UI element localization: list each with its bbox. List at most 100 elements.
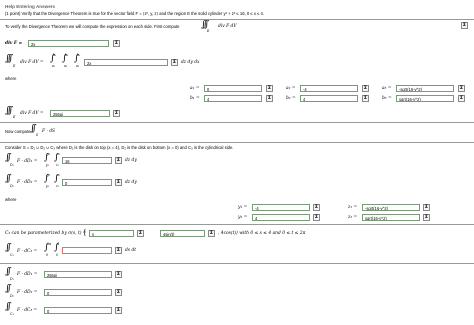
limit-label-a3: a₃ = <box>382 86 392 91</box>
limit-input-b1[interactable]: 4 <box>204 95 262 102</box>
differential-order: dz dy dx <box>181 60 200 65</box>
sigma-icon[interactable]: Σ <box>423 204 430 211</box>
c3-label: F · dC₃ = <box>17 249 38 254</box>
c3-integrand-input[interactable] <box>62 247 112 254</box>
sigma-icon[interactable]: Σ <box>115 307 122 314</box>
d2-differentials: dz dy <box>125 180 137 185</box>
limit-label-b3: b₃ = <box>382 96 392 101</box>
double-integral-symbol: ∫∫ D₁ <box>5 267 14 281</box>
limit-input-z2[interactable]: sqrt(16-y^2) <box>362 214 420 221</box>
double-integral-symbol: ∫∫ C₃ <box>5 243 14 257</box>
divider <box>0 263 474 264</box>
d1-label: F · dD₁ = <box>17 159 38 164</box>
limit-input-y2[interactable]: 4 <box>252 214 310 221</box>
sigma-icon[interactable]: Σ <box>113 110 120 117</box>
problem-statement: (1 point) Verify that the Divergence The… <box>5 11 265 16</box>
sigma-icon[interactable]: Σ <box>458 85 465 92</box>
iterated-integral-symbol-2: ∫ b₂ a₂ <box>62 53 69 68</box>
surface-integral-symbol: ∫∫ S <box>30 124 39 137</box>
iterated-integral-symbol: ∫ 2π 0 <box>44 242 52 257</box>
triple-result-input[interactable]: 256pi <box>50 110 110 117</box>
where-label: where <box>5 197 17 202</box>
limit-input-a3[interactable]: -sqrt(16-y^2) <box>396 85 454 92</box>
double-integral-symbol: ∫∫ D₂ <box>5 284 14 298</box>
final-d1-input[interactable]: 256pi <box>44 271 112 278</box>
sigma-icon[interactable]: Σ <box>313 214 320 221</box>
sigma-icon[interactable]: Σ <box>115 289 122 296</box>
sigma-icon[interactable]: Σ <box>171 59 178 66</box>
now-compute-text: Now compute <box>5 129 31 134</box>
parameterization-suffix: , 4cos(t)⟩ with 0 ≤ s ≤ 4 and 0 ≤ t ≤ 2π <box>218 231 306 236</box>
limit-label-b1: b₁ = <box>190 96 200 101</box>
limit-input-b3[interactable]: sqrt(16-y^2) <box>396 95 454 102</box>
c3-differentials: ds dt <box>125 248 137 253</box>
limit-label-y2: y₂ = <box>238 215 248 220</box>
final-d2-label: F · dD₂ = <box>17 290 38 295</box>
intro-integral: ∫∫∫ E <box>201 20 210 33</box>
sigma-icon[interactable]: Σ <box>362 85 369 92</box>
divider <box>0 142 474 143</box>
where-label: where <box>5 76 17 81</box>
divider <box>0 19 474 20</box>
double-integral-symbol: ∫∫ C₃ <box>5 302 14 316</box>
d2-integrand-input[interactable]: 0 <box>62 179 112 186</box>
intro-expression: div F dV <box>218 24 237 29</box>
limit-label-b1: a₂ = <box>286 86 296 91</box>
d1-integrand-input[interactable]: 16 <box>62 157 112 164</box>
div-f-label: div F = <box>5 41 23 46</box>
triple-result-label: div F dV = <box>20 111 44 116</box>
sigma-icon[interactable]: Σ <box>313 204 320 211</box>
iterated-integral-symbol-2: ∫ 4 0 <box>54 242 60 257</box>
sigma-icon[interactable]: Σ <box>115 179 122 186</box>
sigma-icon[interactable]: Σ <box>208 230 215 237</box>
triple-integral-label: div F dV = <box>20 60 44 65</box>
surface-integral-expression: F · dS <box>42 129 56 134</box>
param-t-input[interactable]: 4sin(t) <box>160 230 205 237</box>
left-angle-bracket: ⟨ <box>83 228 87 237</box>
triple-integral-symbol: ∫∫∫ E <box>5 106 16 119</box>
param-s-input[interactable]: s <box>89 230 134 237</box>
intro-text: To verify the Divergence Theorem we will… <box>5 24 180 29</box>
iterated-integral-symbol: ∫ y₂ y₁ <box>44 173 51 188</box>
integrand-input[interactable]: 2x <box>84 59 168 66</box>
parameterization-text: C₃ can be parameterized by σ(s, t) = <box>5 231 87 236</box>
sigma-icon[interactable]: Σ <box>115 271 122 278</box>
limit-label-z1: z₁ = <box>348 205 358 210</box>
sigma-icon[interactable]: Σ <box>458 95 465 102</box>
limit-input-b2[interactable]: 4 <box>300 95 358 102</box>
limit-label-y1: y₁ = <box>238 205 248 210</box>
double-integral-symbol: ∫∫ D₂ <box>5 174 14 188</box>
sigma-icon[interactable]: Σ <box>137 230 144 237</box>
iterated-integral-symbol: ∫ y₂ y₁ <box>44 152 51 167</box>
divider <box>0 224 474 225</box>
limit-input-y1[interactable]: -4 <box>252 204 310 211</box>
consider-text: Consider S = D₁ ∪ D₂ ∪ C₃ where D₁ is th… <box>5 145 234 150</box>
double-integral-symbol: ∫∫ D₁ <box>5 153 14 167</box>
final-d2-input[interactable]: 0 <box>44 289 112 296</box>
sigma-icon[interactable]: Σ <box>113 40 120 47</box>
final-d1-label: F · dD₁ = <box>17 272 38 277</box>
limit-input-a1[interactable]: 0 <box>204 85 262 92</box>
limit-input-a2[interactable]: -4 <box>300 85 358 92</box>
sigma-icon[interactable]: Σ <box>266 95 273 102</box>
help-entering-answers-link[interactable]: Help Entering Answers <box>5 4 55 9</box>
final-c3-label: F · dC₃ = <box>17 308 38 313</box>
sigma-icon[interactable]: Σ <box>423 214 430 221</box>
iterated-integral-symbol-2: ∫ z₂ z₁ <box>54 152 60 167</box>
sigma-icon[interactable]: Σ <box>461 22 468 29</box>
sigma-icon[interactable]: Σ <box>115 157 122 164</box>
divider <box>0 122 474 123</box>
iterated-integral-symbol-3: ∫ b₃ a₃ <box>74 53 81 68</box>
limit-input-z1[interactable]: -sqrt(16-y^2) <box>362 204 420 211</box>
limit-label-b2: b₂ = <box>286 96 296 101</box>
div-f-input[interactable]: 2x <box>28 40 109 47</box>
d2-label: F · dD₂ = <box>17 180 38 185</box>
triple-integral-symbol: ∫∫∫ E <box>5 54 16 68</box>
final-c3-input[interactable]: 0 <box>44 307 112 314</box>
sigma-icon[interactable]: Σ <box>266 85 273 92</box>
d1-differentials: dz dy <box>125 158 137 163</box>
sigma-icon[interactable]: Σ <box>362 95 369 102</box>
sigma-icon[interactable]: Σ <box>115 247 122 254</box>
limit-label-z2: z₂ = <box>348 215 358 220</box>
limit-label-a1: a₁ = <box>190 86 200 91</box>
